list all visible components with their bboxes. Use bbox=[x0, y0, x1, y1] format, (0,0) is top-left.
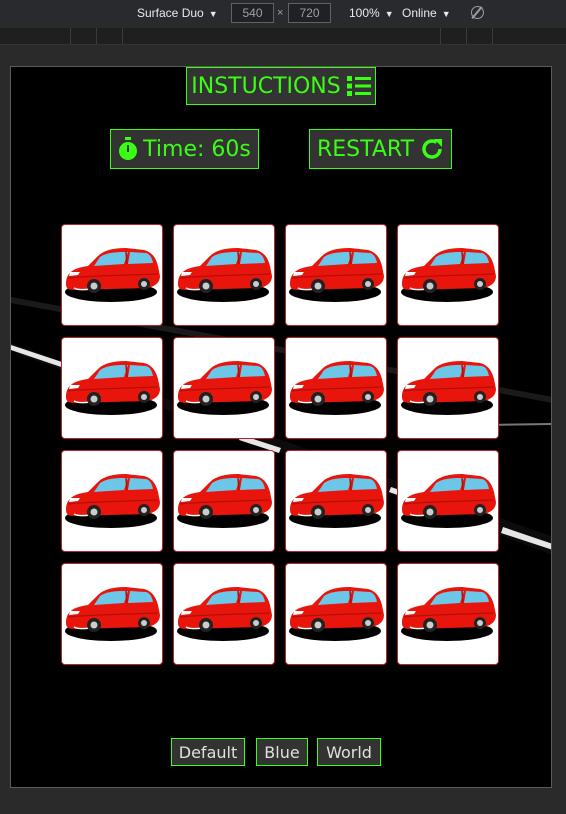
instructions-label: INSTUCTIONS bbox=[191, 73, 341, 99]
instructions-button[interactable]: INSTUCTIONS bbox=[186, 67, 376, 105]
car-icon bbox=[177, 587, 272, 641]
chevron-down-icon: ▼ bbox=[441, 9, 451, 19]
refresh-icon bbox=[422, 139, 443, 159]
game-viewport: INSTUCTIONS Time: 60s RESTART Default Bl… bbox=[10, 66, 552, 788]
zoom-label: 100% bbox=[349, 6, 380, 20]
car-icon bbox=[401, 474, 496, 528]
car-icon bbox=[65, 587, 160, 641]
device-label: Surface Duo bbox=[137, 6, 204, 20]
car-icon bbox=[177, 248, 272, 302]
card-grid bbox=[61, 224, 499, 665]
height-input[interactable]: 720 bbox=[288, 3, 331, 23]
rotate-icon[interactable] bbox=[471, 6, 484, 19]
theme-world-button[interactable]: World bbox=[317, 738, 381, 766]
memory-card[interactable] bbox=[285, 563, 387, 665]
car-icon bbox=[65, 361, 160, 415]
car-icon bbox=[289, 474, 384, 528]
stopwatch-icon bbox=[119, 137, 138, 160]
car-icon bbox=[177, 361, 272, 415]
timer-label: Time: 60s bbox=[143, 136, 251, 162]
memory-card[interactable] bbox=[173, 337, 275, 439]
media-query-ruler bbox=[0, 28, 566, 45]
memory-card[interactable] bbox=[397, 337, 499, 439]
car-icon bbox=[401, 248, 496, 302]
car-icon bbox=[401, 587, 496, 641]
memory-card[interactable] bbox=[397, 563, 499, 665]
memory-card[interactable] bbox=[61, 337, 163, 439]
memory-card[interactable] bbox=[285, 224, 387, 326]
car-icon bbox=[65, 474, 160, 528]
theme-blue-button[interactable]: Blue bbox=[256, 738, 308, 766]
car-icon bbox=[401, 361, 496, 415]
devtools-toolbar: Surface Duo ▼ 540 × 720 100% ▼ Online ▼ bbox=[0, 0, 566, 28]
theme-default-button[interactable]: Default bbox=[171, 738, 245, 766]
list-icon bbox=[346, 76, 371, 96]
chevron-down-icon: ▼ bbox=[208, 9, 218, 19]
width-input[interactable]: 540 bbox=[231, 3, 274, 23]
restart-button[interactable]: RESTART bbox=[309, 129, 452, 169]
timer-display: Time: 60s bbox=[110, 129, 259, 169]
memory-card[interactable] bbox=[173, 224, 275, 326]
memory-card[interactable] bbox=[61, 224, 163, 326]
restart-label: RESTART bbox=[316, 136, 415, 162]
memory-card[interactable] bbox=[61, 563, 163, 665]
network-label: Online bbox=[402, 6, 437, 20]
zoom-select[interactable]: 100% ▼ bbox=[349, 6, 394, 20]
car-icon bbox=[65, 248, 160, 302]
car-icon bbox=[289, 361, 384, 415]
memory-card[interactable] bbox=[173, 563, 275, 665]
car-icon bbox=[289, 587, 384, 641]
memory-card[interactable] bbox=[397, 450, 499, 552]
car-icon bbox=[289, 248, 384, 302]
network-select[interactable]: Online ▼ bbox=[402, 6, 451, 20]
memory-card[interactable] bbox=[397, 224, 499, 326]
theme-selector: Default Blue World bbox=[11, 738, 551, 766]
chevron-down-icon: ▼ bbox=[384, 9, 394, 19]
memory-card[interactable] bbox=[173, 450, 275, 552]
memory-card[interactable] bbox=[61, 450, 163, 552]
memory-card[interactable] bbox=[285, 450, 387, 552]
car-icon bbox=[177, 474, 272, 528]
device-select[interactable]: Surface Duo ▼ bbox=[137, 6, 218, 20]
times-icon: × bbox=[277, 7, 284, 19]
memory-card[interactable] bbox=[285, 337, 387, 439]
